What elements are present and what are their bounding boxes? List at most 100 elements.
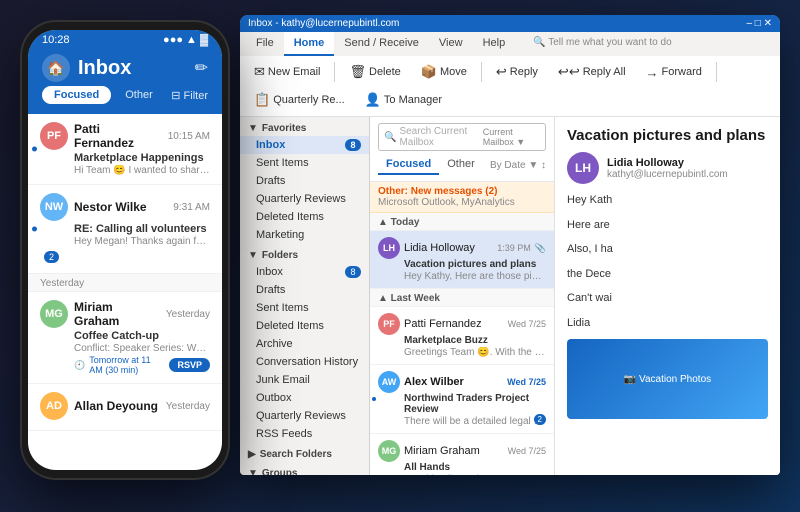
reading-body: Hey Kath Here are Also, I ha the Dece Ca… — [567, 192, 768, 331]
phone-email-item-nestor[interactable]: NW Nestor Wilke 9:31 AM RE: Calling all … — [28, 185, 222, 274]
phone-time-nestor: 9:31 AM — [173, 202, 210, 213]
nav-label-quarterly: Quarterly Reviews — [256, 193, 346, 205]
ribbon-tab-home[interactable]: Home — [284, 32, 335, 56]
msg-tab-focused[interactable]: Focused — [378, 155, 439, 175]
phone-avatar-nestor: NW — [40, 193, 68, 221]
phone-reminder-text: Tomorrow at 11 AM (30 min) — [89, 355, 165, 375]
phone-compose-icon[interactable]: ✏ — [195, 58, 208, 78]
move-button[interactable]: 📦 Move — [413, 60, 475, 84]
desktop-window: Inbox - kathy@lucernepubintl.com – □ ✕ F… — [240, 15, 780, 475]
to-manager-button[interactable]: 👤 To Manager — [357, 88, 450, 112]
nav-item-deleted[interactable]: Deleted Items — [240, 208, 369, 226]
phone-time: 10:28 — [42, 34, 70, 46]
msg-tab-other[interactable]: Other — [439, 155, 483, 175]
quarterly-label: Quarterly Re... — [273, 94, 345, 106]
nav-folder-archive[interactable]: Archive — [240, 335, 369, 353]
reading-image-label: 📷 Vacation Photos — [624, 374, 711, 385]
phone-device: 10:28 ●●● ▲ ▓ 🏠 Inbox ✏ Focused Other ⊟ … — [20, 20, 230, 480]
phone-email-list: PF Patti Fernandez 10:15 AM Marketplace … — [28, 114, 222, 431]
nav-folder-sent[interactable]: Sent Items — [240, 299, 369, 317]
nav-item-sent[interactable]: Sent Items — [240, 154, 369, 172]
nav-folder-conv-history[interactable]: Conversation History — [240, 353, 369, 371]
msg-unread-dot-alex — [372, 397, 376, 401]
msg-section-lastweek: ▲ Last Week — [370, 289, 554, 307]
reply-label: Reply — [510, 66, 538, 78]
search-placeholder: Search Current Mailbox — [399, 126, 479, 148]
phone-email-item-allan[interactable]: AD Allan Deyoung Yesterday — [28, 384, 222, 431]
nav-item-marketing[interactable]: Marketing — [240, 226, 369, 244]
ribbon-tell-me[interactable]: 🔍 Tell me what you want to do — [523, 32, 681, 56]
msg-avatar-miriam2: MG — [378, 440, 400, 462]
nav-folder-drafts[interactable]: Drafts — [240, 281, 369, 299]
desktop-titlebar: Inbox - kathy@lucernepubintl.com – □ ✕ — [240, 15, 780, 32]
phone-tab-other[interactable]: Other — [117, 86, 161, 104]
quarterly-review-button[interactable]: 📋 Quarterly Re... — [246, 88, 353, 112]
other-banner-title: Other: New messages (2) — [378, 186, 546, 197]
nav-folder-inbox[interactable]: Inbox 8 — [240, 263, 369, 281]
phone-title: Inbox — [78, 57, 195, 80]
nav-groups-header: ▼ Groups — [240, 462, 369, 475]
msg-item-lidia-vacation[interactable]: LH Lidia Holloway 1:39 PM 📎 Vacation pic… — [370, 231, 554, 289]
nav-folder-quarterly[interactable]: Quarterly Reviews — [240, 407, 369, 425]
new-email-button[interactable]: ✉ New Email — [246, 60, 328, 84]
nav-label-drafts: Drafts — [256, 175, 285, 187]
delete-button[interactable]: 🗑 Delete — [341, 60, 408, 84]
other-banner: Other: New messages (2) Microsoft Outloo… — [370, 182, 554, 213]
desktop-window-controls[interactable]: – □ ✕ — [746, 18, 772, 29]
nav-folder-badge-inbox: 8 — [345, 266, 361, 278]
new-email-label: New Email — [268, 66, 321, 78]
nav-item-drafts[interactable]: Drafts — [240, 172, 369, 190]
nav-chevron-favorites: ▼ — [248, 123, 258, 134]
nav-folders-label: Folders — [262, 250, 298, 261]
msg-item-miriam-allhands[interactable]: MG Miriam Graham Wed 7/25 All Hands Mont… — [370, 434, 554, 475]
nav-label-sent: Sent Items — [256, 157, 309, 169]
reading-title: Vacation pictures and plans — [567, 127, 768, 144]
phone-rsvp-button[interactable]: RSVP — [169, 358, 210, 372]
phone-filter-button[interactable]: ⊟ Filter — [171, 89, 208, 102]
phone-sender-allan: Allan Deyoung — [74, 399, 160, 413]
nav-folder-outbox[interactable]: Outbox — [240, 389, 369, 407]
phone-avatar-allan: AD — [40, 392, 68, 420]
ribbon-tab-view[interactable]: View — [429, 32, 473, 56]
phone-tab-focused[interactable]: Focused — [42, 86, 111, 104]
msg-list-tabs: Focused Other By Date ▼ ↕ — [378, 155, 546, 175]
nav-chevron-groups: ▼ — [248, 468, 258, 475]
reading-body-line6: Lidia — [567, 315, 768, 332]
phone-icons: ●●● ▲ ▓ — [163, 34, 208, 46]
msg-preview-patti2: Greetings Team 😊. With the recent buzz i… — [404, 347, 546, 358]
phone-email-item-miriam[interactable]: MG Miriam Graham Yesterday Coffee Catch-… — [28, 292, 222, 384]
reading-meta: LH Lidia Holloway kathyt@lucernepubintl.… — [567, 152, 768, 184]
ribbon-tab-file[interactable]: File — [246, 32, 284, 56]
nav-folder-rss[interactable]: RSS Feeds — [240, 425, 369, 443]
search-icon: 🔍 — [384, 132, 396, 143]
reading-body-line1: Hey Kath — [567, 192, 768, 209]
reading-pane: Vacation pictures and plans LH Lidia Hol… — [555, 117, 780, 475]
phone-time-patti: 10:15 AM — [168, 131, 210, 142]
phone-email-item-patti[interactable]: PF Patti Fernandez 10:15 AM Marketplace … — [28, 114, 222, 185]
ribbon-tab-send-receive[interactable]: Send / Receive — [334, 32, 429, 56]
msg-preview-miriam-allhands: Monthly All Hands. — [404, 474, 546, 475]
ribbon-tab-help[interactable]: Help — [473, 32, 516, 56]
reply-all-button[interactable]: ↩↩ Reply All — [550, 60, 634, 84]
msg-sort-button[interactable]: By Date ▼ ↕ — [490, 160, 546, 171]
phone-preview-miriam: Conflict: Speaker Series: Women in ... — [74, 343, 210, 354]
phone-subject-miriam: Coffee Catch-up — [74, 330, 210, 342]
msg-item-patti-buzz[interactable]: PF Patti Fernandez Wed 7/25 Marketplace … — [370, 307, 554, 365]
reading-body-line3: Also, I ha — [567, 241, 768, 258]
msg-item-alex-northwind[interactable]: AW Alex Wilber Wed 7/25 Northwind Trader… — [370, 365, 554, 434]
msg-list-search-box[interactable]: 🔍 Search Current Mailbox Current Mailbox… — [378, 123, 546, 151]
quarterly-icon: 📋 — [254, 92, 270, 108]
nav-folder-junk[interactable]: Junk Email — [240, 371, 369, 389]
reply-button[interactable]: ↩ Reply — [488, 60, 546, 84]
phone-subject-patti: Marketplace Happenings — [74, 152, 210, 164]
nav-item-inbox[interactable]: Inbox 8 — [240, 136, 369, 154]
message-list-pane: 🔍 Search Current Mailbox Current Mailbox… — [370, 117, 555, 475]
nav-folder-deleted[interactable]: Deleted Items — [240, 317, 369, 335]
phone-badge-nestor: 2 — [44, 251, 59, 263]
nav-item-quarterly[interactable]: Quarterly Reviews — [240, 190, 369, 208]
forward-button[interactable]: → Forward — [638, 61, 710, 84]
nav-favorites-label: Favorites — [262, 123, 306, 134]
msg-time-lidia: 1:39 PM — [497, 243, 531, 253]
toolbar-divider-2 — [481, 62, 482, 82]
delete-icon: 🗑 — [349, 64, 366, 80]
